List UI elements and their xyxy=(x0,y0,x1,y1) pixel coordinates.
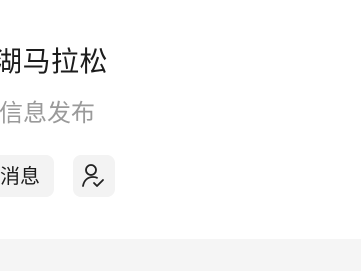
message-button[interactable]: 消息 xyxy=(0,155,54,197)
message-button-label: 消息 xyxy=(0,164,40,188)
profile-header: 湖马拉松 信息发布 消息 xyxy=(0,0,361,271)
user-check-icon xyxy=(82,164,104,187)
follow-button[interactable] xyxy=(73,155,115,197)
page-subtitle: 信息发布 xyxy=(0,99,95,127)
section-divider-band xyxy=(0,239,361,271)
page-title: 湖马拉松 xyxy=(0,45,109,78)
